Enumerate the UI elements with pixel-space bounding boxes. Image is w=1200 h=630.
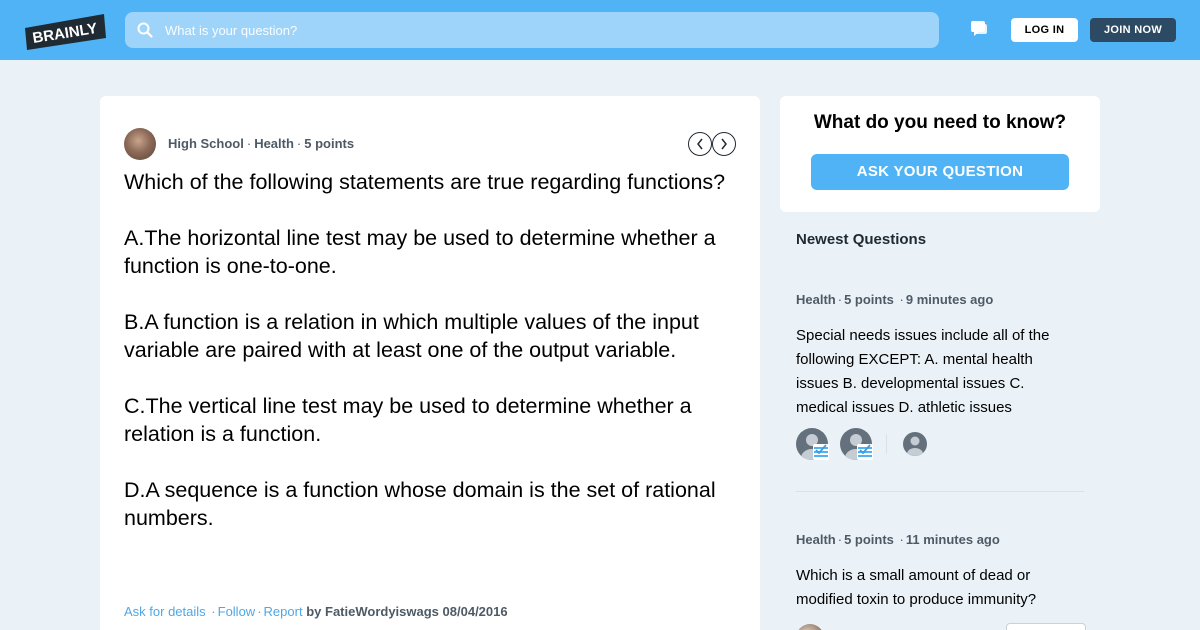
question-date: 08/04/2016 <box>442 604 508 619</box>
ask-card-title: What do you need to know? <box>813 112 1067 133</box>
points-label: 5 points <box>304 136 355 151</box>
verified-answer-icon <box>857 444 873 460</box>
newest-item-meta: Health · 5 points · 9 minutes ago <box>796 292 994 307</box>
report-link[interactable]: Report <box>264 604 303 619</box>
search-placeholder[interactable]: What is your question? <box>165 23 297 38</box>
answerer-avatar[interactable] <box>796 624 824 630</box>
ask-question-card: What do you need to know? ASK YOUR QUEST… <box>780 96 1100 212</box>
newest-item-points: 5 points <box>844 292 894 307</box>
by-label: by <box>306 604 322 619</box>
question-meta: High School · Health · 5 points <box>168 136 355 151</box>
newest-item-subject[interactable]: Health <box>796 532 836 547</box>
subject-link[interactable]: Health <box>254 136 294 151</box>
chevron-right-icon <box>721 138 727 150</box>
newest-item-time: 11 minutes ago <box>905 532 1000 547</box>
asker-avatar[interactable] <box>124 128 156 160</box>
newest-item-text[interactable]: Special needs issues include all of the … <box>796 324 1066 420</box>
search-bar[interactable]: What is your question? <box>125 12 939 48</box>
newest-item-points: 5 points <box>844 532 894 547</box>
commenter-avatar[interactable] <box>903 432 927 456</box>
question-card: High School · Health · 5 points Which of the… <box>100 96 760 630</box>
answer-button[interactable] <box>1006 623 1086 630</box>
newest-item-subject[interactable]: Health <box>796 292 836 307</box>
previous-question-button[interactable] <box>688 132 712 156</box>
brainly-logo[interactable]: BRAINLY <box>24 14 106 50</box>
search-icon <box>137 22 153 38</box>
chevron-left-icon <box>697 138 703 150</box>
ask-your-question-button[interactable]: ASK YOUR QUESTION <box>811 154 1069 190</box>
newest-item-time: 9 minutes ago <box>905 292 994 307</box>
newest-item-text[interactable]: Which is a small amount of dead or modif… <box>796 564 1066 612</box>
question-actions: Ask for details · Follow · Report by FatieW… <box>124 604 508 619</box>
newest-item-meta: Health · 5 points · 11 minutes ago <box>796 532 1000 547</box>
top-bar: BRAINLY What is your question? LOG IN JO… <box>0 0 1200 60</box>
level-link[interactable]: High School <box>168 136 244 151</box>
question-navigation <box>688 132 736 156</box>
messages-icon[interactable] <box>970 20 988 38</box>
avatar-divider <box>886 434 887 454</box>
follow-link[interactable]: Follow <box>218 604 256 619</box>
question-text: Which of the following statements are tr… <box>124 170 726 530</box>
login-button[interactable]: LOG IN <box>1011 18 1078 42</box>
join-now-button[interactable]: JOIN NOW <box>1090 18 1176 42</box>
next-question-button[interactable] <box>712 132 736 156</box>
ask-for-details-link[interactable]: Ask for details <box>124 604 206 619</box>
verified-answer-icon <box>813 444 829 460</box>
newest-questions-heading: Newest Questions <box>796 231 927 248</box>
author-name[interactable]: FatieWordyiswags <box>325 604 439 619</box>
newest-divider <box>796 491 1084 492</box>
